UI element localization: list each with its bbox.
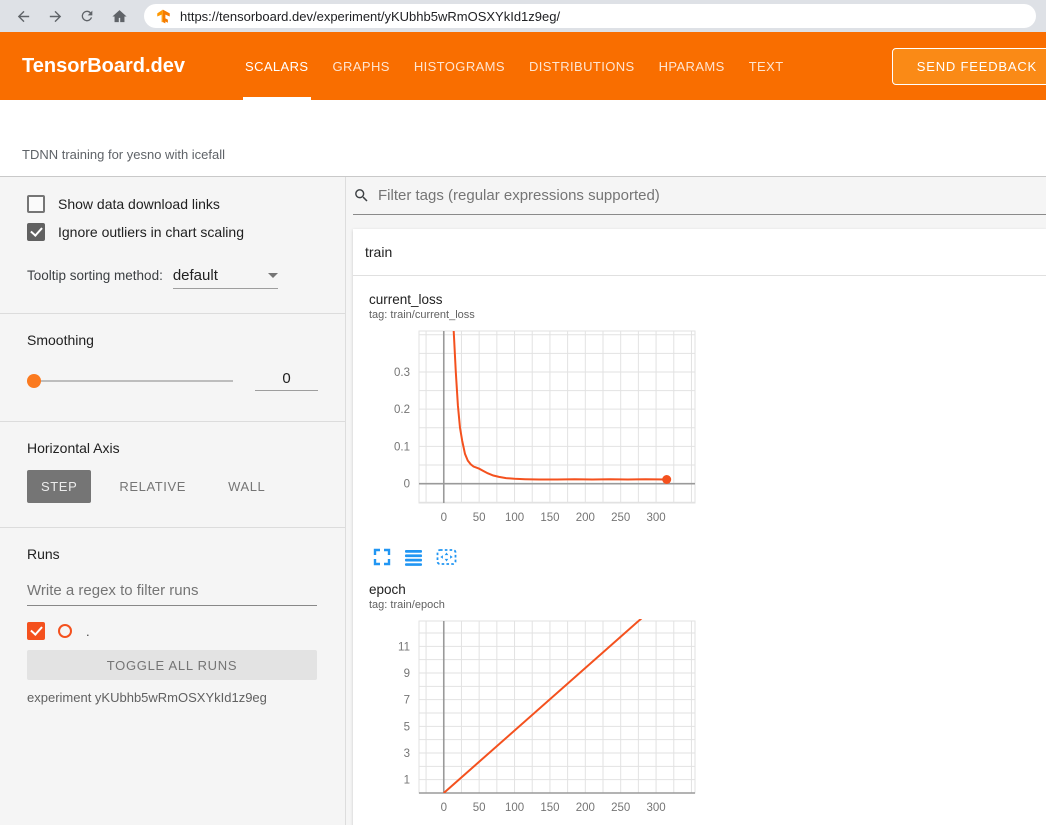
axis-option-relative[interactable]: RELATIVE	[105, 470, 200, 503]
svg-text:9: 9	[404, 668, 410, 680]
runs-label: Runs	[27, 546, 318, 562]
settings-sidebar: Show data download links Ignore outliers…	[0, 177, 346, 825]
svg-text:250: 250	[611, 512, 630, 524]
smoothing-label: Smoothing	[27, 332, 318, 348]
search-icon	[353, 187, 370, 204]
svg-text:0: 0	[404, 479, 410, 491]
divider	[0, 313, 345, 314]
tag-filter-bar	[353, 177, 1046, 215]
horizontal-axis-buttons: STEP RELATIVE WALL	[27, 470, 318, 503]
app-header: TensorBoard.dev SCALARSGRAPHSHISTOGRAMSD…	[0, 32, 1046, 100]
run-color-ring-icon	[58, 624, 72, 638]
svg-text:7: 7	[404, 695, 410, 707]
nav-tabs: SCALARSGRAPHSHISTOGRAMSDISTRIBUTIONSHPAR…	[233, 32, 796, 100]
divider	[0, 527, 345, 528]
slider-track	[27, 380, 233, 382]
fit-domain-icon[interactable]	[436, 548, 457, 566]
svg-text:3: 3	[404, 748, 410, 760]
chart-epoch: epoch tag: train/epoch 0 50 100 150 200 250 300 1…	[365, 582, 699, 825]
svg-text:200: 200	[576, 802, 595, 814]
svg-text:11: 11	[398, 641, 410, 653]
browser-toolbar: https://tensorboard.dev/experiment/yKUbh…	[0, 0, 1046, 32]
experiment-id: experiment yKUbhb5wRmOSXYkId1z9eg	[27, 690, 318, 705]
ignore-outliers-label: Ignore outliers in chart scaling	[58, 224, 244, 240]
show-download-label: Show data download links	[58, 196, 220, 212]
svg-text:150: 150	[540, 512, 559, 524]
chart-title: current_loss	[369, 292, 699, 307]
chevron-down-icon	[268, 273, 278, 278]
tab-text[interactable]: TEXT	[737, 32, 796, 100]
run-list-item: .	[27, 622, 318, 640]
svg-text:250: 250	[611, 802, 630, 814]
smoothing-slider[interactable]	[27, 374, 233, 388]
svg-text:300: 300	[646, 512, 665, 524]
log-scale-icon[interactable]	[404, 548, 423, 566]
svg-text:100: 100	[505, 802, 524, 814]
fullscreen-icon[interactable]	[373, 548, 391, 566]
forward-icon[interactable]	[42, 3, 68, 29]
tooltip-sort-label: Tooltip sorting method:	[27, 268, 163, 283]
chart-plot[interactable]: 0 50 100 150 200 250 300 0 0.1 0.2 0.3	[365, 327, 699, 535]
tab-graphs[interactable]: GRAPHS	[321, 32, 402, 100]
main-panel: train current_loss tag: train/current_los…	[346, 177, 1046, 825]
group-name: train	[365, 244, 392, 260]
show-download-checkbox[interactable]	[27, 195, 45, 213]
tab-distributions[interactable]: DISTRIBUTIONS	[517, 32, 647, 100]
svg-text:200: 200	[576, 512, 595, 524]
horizontal-axis-label: Horizontal Axis	[27, 440, 318, 456]
back-icon[interactable]	[10, 3, 36, 29]
slider-handle[interactable]	[27, 374, 41, 388]
brand-title: TensorBoard.dev	[22, 55, 185, 78]
tooltip-sort-dropdown[interactable]: default	[173, 267, 278, 289]
chart-title: epoch	[369, 582, 699, 597]
svg-text:0: 0	[441, 802, 447, 814]
tensorboard-favicon	[156, 9, 171, 24]
home-icon[interactable]	[106, 3, 132, 29]
url-text: https://tensorboard.dev/experiment/yKUbh…	[180, 9, 560, 24]
svg-text:0.1: 0.1	[394, 441, 410, 453]
svg-text:300: 300	[646, 802, 665, 814]
experiment-title-bar: TDNN training for yesno with icefall	[0, 100, 1046, 177]
svg-text:100: 100	[505, 512, 524, 524]
toggle-all-runs-button[interactable]: TOGGLE ALL RUNS	[27, 650, 317, 680]
tab-histograms[interactable]: HISTOGRAMS	[402, 32, 517, 100]
chart-tag: tag: train/current_loss	[369, 309, 699, 321]
axis-option-step[interactable]: STEP	[27, 470, 91, 503]
svg-text:50: 50	[473, 802, 486, 814]
send-feedback-button[interactable]: SEND FEEDBACK	[892, 48, 1046, 85]
svg-text:1: 1	[404, 775, 410, 787]
svg-text:0.3: 0.3	[394, 367, 410, 379]
tag-filter-input[interactable]	[378, 187, 1046, 204]
divider	[0, 421, 345, 422]
ignore-outliers-checkbox[interactable]	[27, 223, 45, 241]
tab-scalars[interactable]: SCALARS	[233, 32, 321, 100]
charts-grid: current_losstag: train/current_loss05010…	[353, 276, 1046, 825]
experiment-title: TDNN training for yesno with icefall	[22, 147, 225, 162]
svg-text:0.2: 0.2	[394, 404, 410, 416]
run-checkbox[interactable]	[27, 622, 45, 640]
train-group-header[interactable]: train	[353, 229, 1046, 276]
tab-hparams[interactable]: HPARAMS	[647, 32, 737, 100]
svg-text:0: 0	[441, 512, 447, 524]
chart-current_loss: current_loss tag: train/current_loss 0 50 10…	[365, 292, 699, 566]
chart-tag: tag: train/epoch	[369, 599, 699, 611]
smoothing-value[interactable]: 0	[255, 370, 318, 391]
chart-plot[interactable]: 0 50 100 150 200 250 300 1 3 5 7 9 11	[365, 617, 699, 825]
train-group-card: train current_loss tag: train/current_los…	[353, 229, 1046, 825]
tooltip-sort-value: default	[173, 267, 218, 284]
svg-text:150: 150	[540, 802, 559, 814]
svg-text:5: 5	[404, 721, 410, 733]
url-bar[interactable]: https://tensorboard.dev/experiment/yKUbh…	[144, 4, 1036, 28]
runs-filter-input[interactable]	[27, 582, 317, 606]
axis-option-wall[interactable]: WALL	[214, 470, 279, 503]
chart-toolbar	[373, 548, 699, 566]
svg-text:50: 50	[473, 512, 486, 524]
run-name: .	[86, 624, 90, 639]
reload-icon[interactable]	[74, 3, 100, 29]
